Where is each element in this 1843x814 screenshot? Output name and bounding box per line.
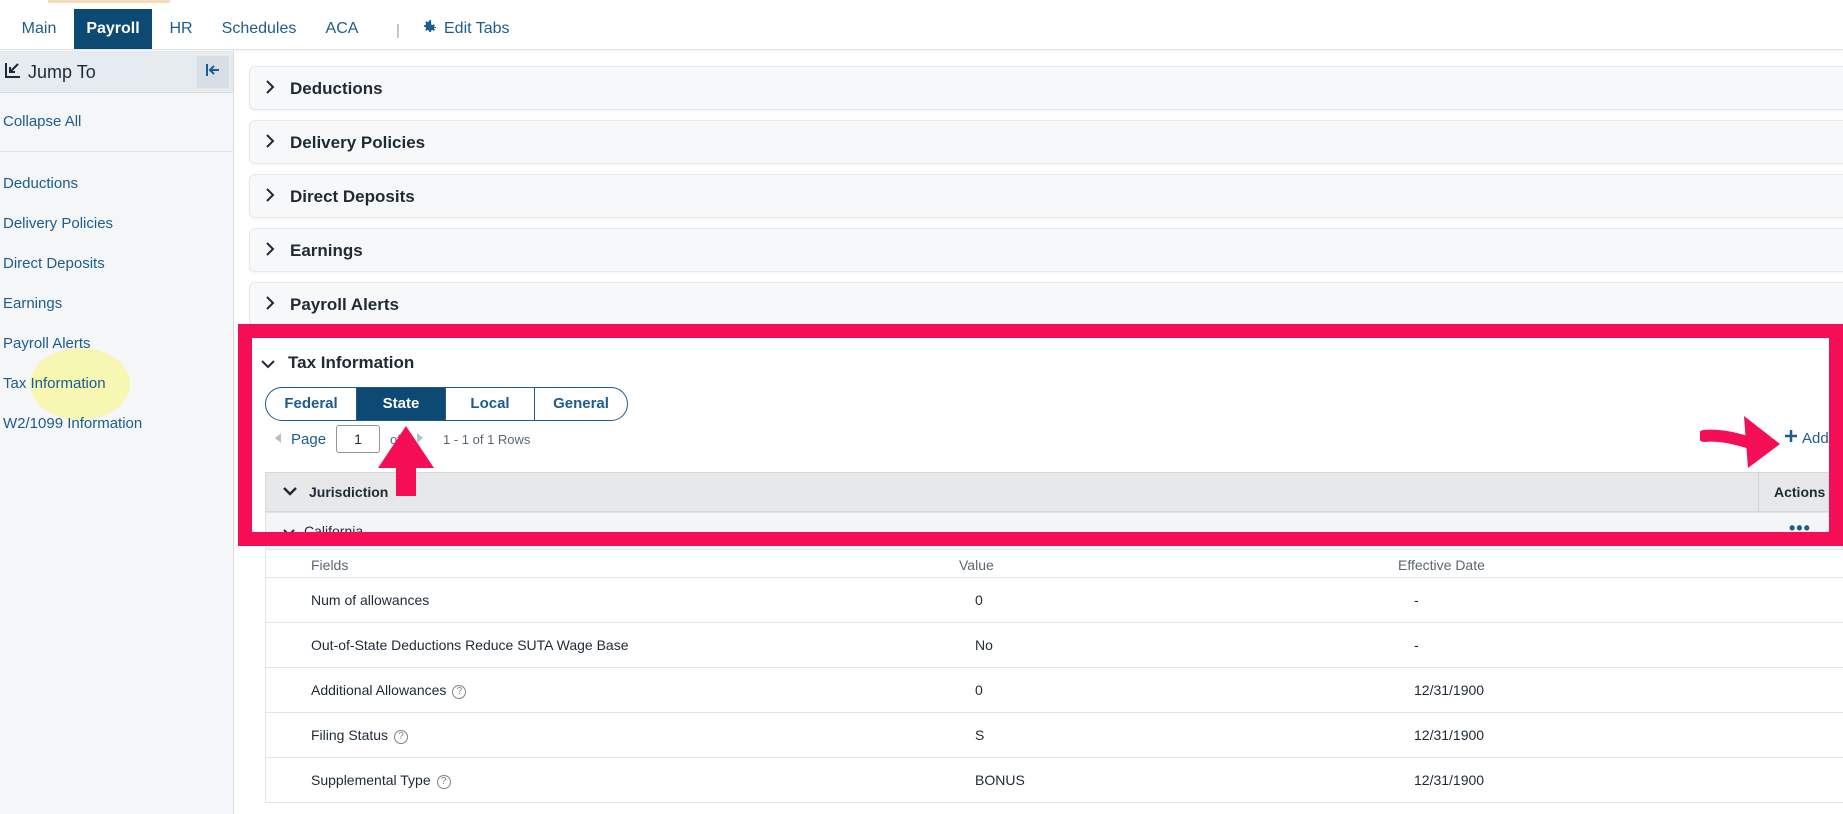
field-effective-date: 12/31/1900 <box>1414 727 1485 743</box>
field-name: Supplemental Type <box>311 772 431 788</box>
annotation-arrow-right <box>1700 416 1780 468</box>
field-name: Out-of-State Deductions Reduce SUTA Wage… <box>311 637 629 653</box>
tab-schedules[interactable]: Schedules <box>214 9 304 49</box>
chevron-right-icon <box>264 295 276 316</box>
sidebar-item-delivery-policies[interactable]: Delivery Policies <box>3 215 113 232</box>
help-icon[interactable]: ? <box>394 730 409 744</box>
field-name-wrap: Supplemental Type? <box>311 772 451 789</box>
sidebar-item-direct-deposits[interactable]: Direct Deposits <box>3 255 105 272</box>
gear-icon <box>420 17 438 41</box>
sidebar-title: Jump To <box>28 62 96 82</box>
fields-table: Fields Value Effective Date Num of allow… <box>265 551 1843 803</box>
field-value: 0 <box>975 682 983 698</box>
annotation-arrow-up <box>378 426 434 496</box>
chevron-right-icon <box>264 241 276 262</box>
table-row: Supplemental Type? BONUS 12/31/1900 <box>266 758 1843 803</box>
field-value: S <box>975 727 985 743</box>
logo-strip <box>48 0 170 3</box>
help-icon[interactable]: ? <box>436 775 451 789</box>
table-row: Num of allowances 0 - <box>266 578 1843 623</box>
table-row: Additional Allowances? 0 12/31/1900 <box>266 668 1843 713</box>
field-name: Num of allowances <box>311 592 430 608</box>
tab-aca[interactable]: ACA <box>318 9 366 49</box>
help-icon[interactable]: ? <box>452 685 467 699</box>
chevron-right-icon <box>264 133 276 154</box>
tab-hr[interactable]: HR <box>158 9 204 49</box>
fields-header-row: Fields Value Effective Date <box>266 551 1843 578</box>
section-earnings[interactable]: Earnings <box>249 228 1843 272</box>
collapse-all-link[interactable]: Collapse All <box>3 113 81 130</box>
chevron-right-icon <box>264 187 276 208</box>
table-row: Filing Status? S 12/31/1900 <box>266 713 1843 758</box>
edit-tabs-label: Edit Tabs <box>444 20 510 37</box>
field-effective-date: 12/31/1900 <box>1414 772 1485 788</box>
sidebar-item-w2-1099-information[interactable]: W2/1099 Information <box>3 415 142 432</box>
sidebar-divider <box>0 151 233 152</box>
field-effective-date: - <box>1414 592 1419 608</box>
sidebar-item-payroll-alerts[interactable]: Payroll Alerts <box>3 335 91 352</box>
field-name: Additional Allowances <box>311 682 447 698</box>
jump-to-sidebar: Jump To Collapse All Deductions Delivery… <box>0 51 234 814</box>
collapse-left-icon <box>204 61 222 84</box>
sidebar-item-tax-information[interactable]: Tax Information <box>3 375 106 392</box>
section-deductions[interactable]: Deductions <box>249 66 1843 110</box>
field-name: Filing Status <box>311 727 389 743</box>
field-value: No <box>975 637 993 653</box>
sidebar-header: Jump To <box>0 51 233 93</box>
tab-main[interactable]: Main <box>6 9 72 49</box>
table-row: Out-of-State Deductions Reduce SUTA Wage… <box>266 623 1843 668</box>
field-effective-date: - <box>1414 637 1419 653</box>
sidebar-item-deductions[interactable]: Deductions <box>3 175 78 192</box>
collapse-sidebar-button[interactable] <box>197 56 229 88</box>
edit-tabs-button[interactable]: Edit Tabs <box>420 19 510 39</box>
field-value: 0 <box>975 592 983 608</box>
tab-payroll[interactable]: Payroll <box>74 9 152 49</box>
section-title: Earnings <box>290 241 363 260</box>
field-effective-date: 12/31/1900 <box>1414 682 1485 698</box>
field-value: BONUS <box>975 772 1025 788</box>
column-header-effective-date: Effective Date <box>1398 557 1485 573</box>
chevron-right-icon <box>264 79 276 100</box>
top-navigation: Main Payroll HR Schedules ACA | Edit Tab… <box>0 0 1843 50</box>
section-title: Deductions <box>290 79 383 98</box>
section-title: Delivery Policies <box>290 133 426 152</box>
sidebar-item-earnings[interactable]: Earnings <box>3 295 62 312</box>
annotation-highlight-box <box>238 324 1843 546</box>
jump-to-icon <box>4 61 22 84</box>
section-delivery-policies[interactable]: Delivery Policies <box>249 120 1843 164</box>
column-header-value: Value <box>959 557 994 573</box>
section-payroll-alerts[interactable]: Payroll Alerts <box>249 282 1843 326</box>
section-direct-deposits[interactable]: Direct Deposits <box>249 174 1843 218</box>
tab-separator: | <box>396 22 400 39</box>
section-title: Payroll Alerts <box>290 295 399 314</box>
field-name-wrap: Additional Allowances? <box>311 682 467 699</box>
column-header-fields: Fields <box>311 557 349 573</box>
field-name-wrap: Filing Status? <box>311 727 409 744</box>
section-title: Direct Deposits <box>290 187 415 206</box>
